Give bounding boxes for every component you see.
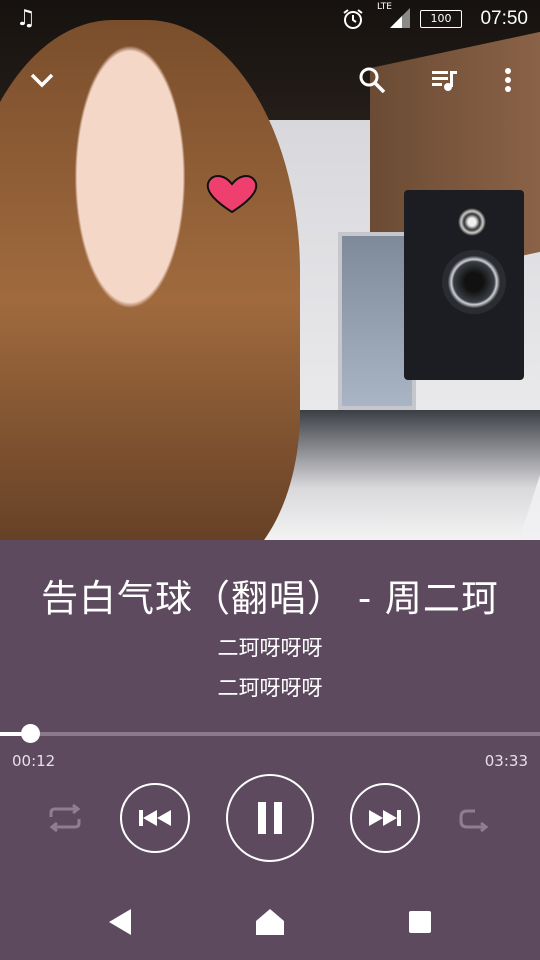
repeat-button[interactable]: [452, 797, 498, 843]
back-icon: [109, 909, 131, 935]
recents-icon: [409, 911, 431, 933]
playlist-icon: [432, 71, 457, 91]
track-album: 二珂呀呀呀: [217, 676, 323, 700]
home-button[interactable]: [240, 898, 300, 946]
top-bar: [0, 58, 540, 102]
back-button[interactable]: [90, 898, 150, 946]
shuffle-button[interactable]: [42, 795, 88, 841]
repeat-all-icon: [49, 803, 81, 833]
search-icon: [359, 67, 386, 94]
navigation-bar: [0, 888, 540, 960]
previous-button[interactable]: [120, 783, 190, 853]
next-button[interactable]: [350, 783, 420, 853]
total-time: 03:33: [484, 752, 528, 770]
current-time: 00:12: [12, 752, 56, 770]
more-vertical-icon: [505, 68, 511, 92]
skip-next-icon: [369, 810, 401, 826]
queue-button[interactable]: [422, 58, 466, 102]
skip-previous-icon: [139, 810, 171, 826]
search-button[interactable]: [350, 58, 394, 102]
pause-button[interactable]: [226, 774, 314, 862]
home-icon: [256, 909, 284, 935]
clock: 07:50: [480, 8, 528, 29]
more-options-button[interactable]: [486, 58, 530, 102]
signal-icon: [390, 8, 410, 28]
recents-button[interactable]: [390, 898, 450, 946]
seek-bar[interactable]: [0, 724, 540, 743]
repeat-one-icon: [459, 809, 489, 833]
music-note-icon: ♫: [16, 6, 36, 31]
seek-bar-thumb[interactable]: [20, 724, 40, 743]
status-bar: ♫ LTE 100 07:50: [0, 0, 540, 38]
track-artist: 二珂呀呀呀: [217, 636, 323, 660]
battery-indicator: 100: [420, 10, 462, 28]
collapse-button[interactable]: [20, 58, 64, 102]
chevron-down-icon: [30, 73, 54, 88]
track-title: 告白气球（翻唱） - 周二珂: [41, 577, 499, 620]
alarm-icon: [343, 9, 363, 29]
heart-sticker: [206, 175, 258, 214]
pause-icon: [258, 802, 282, 834]
